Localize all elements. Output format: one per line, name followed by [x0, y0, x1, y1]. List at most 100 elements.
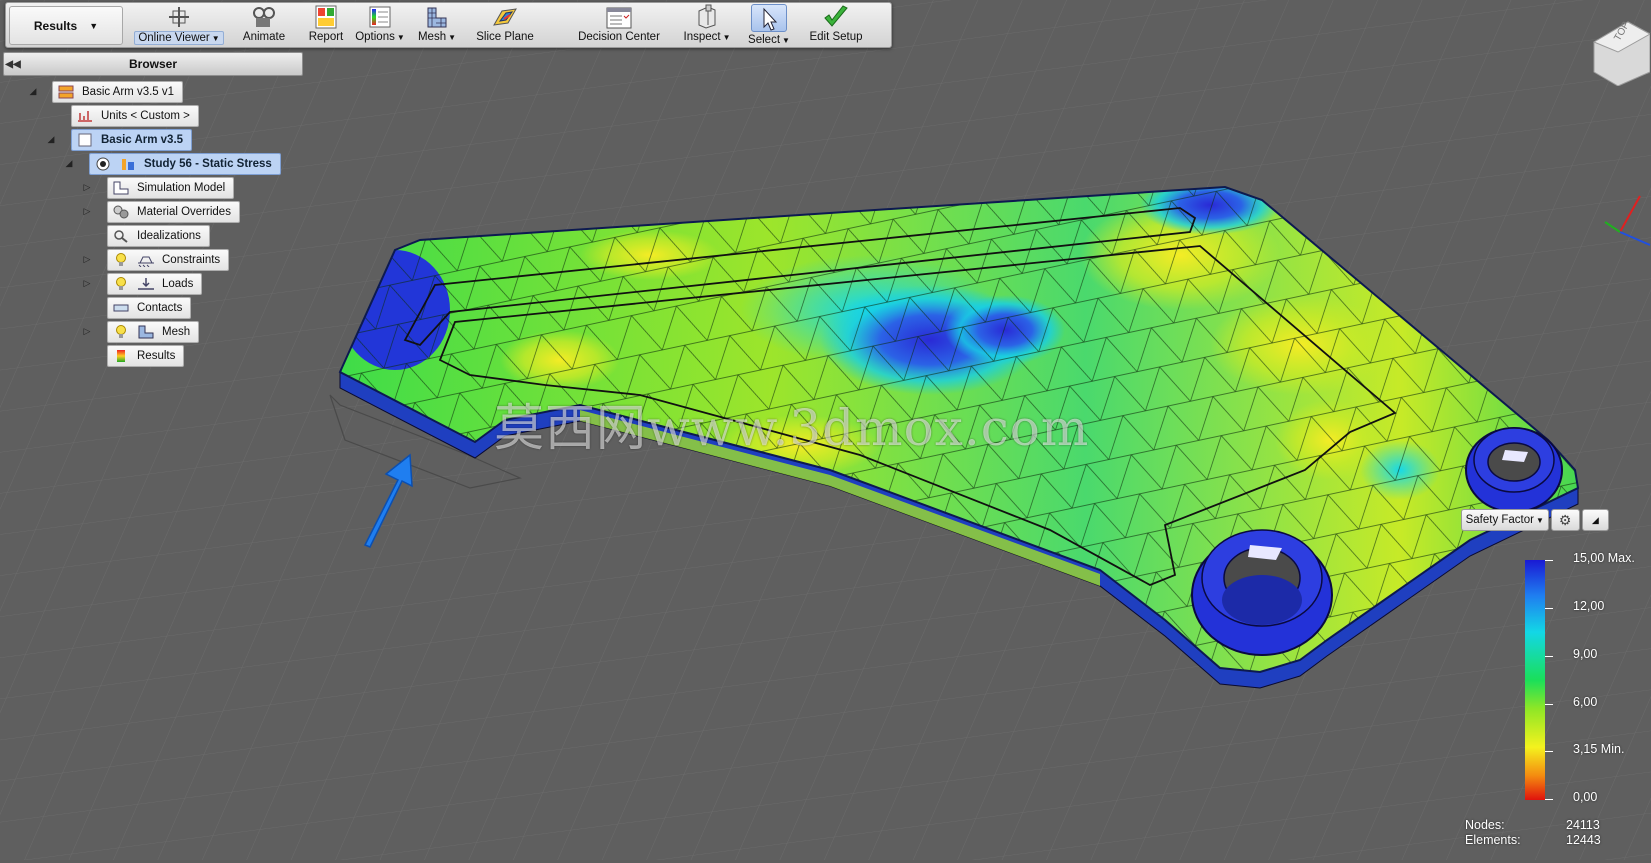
legend-tick	[1545, 608, 1553, 609]
elements-value: 12443	[1566, 833, 1601, 847]
tree-node-results[interactable]: Results	[107, 345, 185, 367]
slice-plane-button[interactable]: Slice Plane	[466, 3, 544, 47]
checkmark-icon	[823, 3, 849, 29]
watermark: 莫西网www.3dmox.com	[494, 399, 1090, 457]
animate-button[interactable]: Animate	[234, 3, 294, 47]
expand-toggle-icon[interactable]: ▷	[81, 182, 93, 193]
legend-collapse-button[interactable]: ◢	[1581, 509, 1609, 531]
tree-node-label: Contacts	[137, 302, 183, 314]
decision-center-icon	[606, 3, 632, 29]
result-type-dropdown[interactable]: Safety Factor ▼	[1461, 509, 1549, 531]
expand-toggle-icon[interactable]: ◢	[27, 86, 39, 97]
inspect-button[interactable]: Inspect ▼	[674, 3, 740, 47]
tree-node-study[interactable]: Study 56 - Static Stress	[89, 153, 281, 175]
report-label: Report	[308, 31, 344, 43]
decision-center-label: Decision Center	[578, 31, 660, 43]
online-viewer-label: Online Viewer	[138, 32, 210, 44]
options-button[interactable]: Options ▼	[349, 3, 411, 47]
select-button[interactable]: Select ▼	[739, 3, 799, 47]
slice-plane-icon	[492, 3, 518, 29]
legend-zero-label: 0,00	[1573, 790, 1598, 804]
workspace-dropdown[interactable]: Results ▼	[9, 6, 123, 45]
tree-node-label: Loads	[162, 278, 194, 290]
mesh-icon	[137, 325, 155, 339]
tree-node-label: Mesh	[162, 326, 191, 338]
part-icon	[76, 133, 94, 147]
elements-label: Elements:	[1465, 833, 1521, 847]
tree-node-loads[interactable]: Loads	[107, 273, 203, 295]
options-icon	[369, 3, 391, 29]
results-icon	[112, 349, 130, 363]
expand-toggle-icon[interactable]: ▷	[81, 206, 93, 217]
chevron-down-icon: ▼	[448, 33, 457, 42]
online-viewer-icon	[167, 3, 191, 29]
study-icon	[119, 157, 137, 171]
options-label: Options	[355, 31, 395, 43]
slice-plane-label: Slice Plane	[476, 31, 534, 43]
tree-node-label: Basic Arm v3.5 v1	[82, 86, 175, 98]
tree-node-label: Idealizations	[137, 230, 201, 242]
legend-settings-button[interactable]: ⚙	[1550, 509, 1580, 531]
chevron-down-icon: ▼	[211, 34, 220, 43]
tree-node-assembly[interactable]: Basic Arm v3.5 v1	[52, 81, 184, 103]
nodes-label: Nodes:	[1465, 818, 1505, 832]
tree-node-label: Study 56 - Static Stress	[144, 158, 272, 170]
tree-node-mesh[interactable]: Mesh	[107, 321, 200, 343]
select-label: Select	[748, 34, 781, 46]
collapse-browser-icon[interactable]: ◀◀	[4, 59, 22, 70]
view-cube[interactable]: TOP	[1588, 12, 1651, 87]
mesh-button[interactable]: Mesh ▼	[411, 3, 463, 47]
material-icon	[112, 205, 130, 219]
tree-node-label: Units < Custom >	[101, 110, 190, 122]
gear-icon: ⚙	[1558, 511, 1572, 528]
chevron-down-icon: ▼	[1535, 515, 1544, 525]
legend-tick	[1545, 799, 1553, 800]
tree-node-label: Simulation Model	[137, 182, 226, 194]
tree-node-contacts[interactable]: Contacts	[107, 297, 192, 319]
expand-toggle-icon[interactable]: ▷	[81, 326, 93, 337]
expand-toggle-icon[interactable]: ◢	[45, 134, 57, 145]
result-type-label: Safety Factor	[1465, 514, 1534, 526]
decision-center-button[interactable]: Decision Center	[569, 3, 669, 47]
chevron-down-icon: ▼	[396, 33, 405, 42]
tree-node-label: Material Overrides	[137, 206, 231, 218]
collapse-icon: ◢	[1591, 514, 1599, 525]
legend-tick-label: 6,00	[1573, 695, 1598, 709]
assembly-icon	[57, 85, 75, 99]
browser-title: Browser	[128, 57, 178, 71]
chevron-down-icon: ▼	[722, 33, 731, 42]
lightbulb-icon	[112, 277, 130, 291]
report-button[interactable]: Report	[296, 3, 356, 47]
tree-node-simulation-model[interactable]: Simulation Model	[107, 177, 235, 199]
tree-node-idealizations[interactable]: Idealizations	[107, 225, 210, 247]
idealizations-icon	[112, 229, 130, 243]
expand-toggle-icon[interactable]: ▷	[81, 254, 93, 265]
online-viewer-button[interactable]: Online Viewer ▼	[133, 3, 225, 47]
tree-node-constraints[interactable]: Constraints	[107, 249, 230, 271]
tree-node-material-overrides[interactable]: Material Overrides	[107, 201, 240, 223]
expand-toggle-icon[interactable]: ◢	[63, 158, 75, 169]
inspect-label: Inspect	[683, 31, 721, 43]
legend-tick-label: 12,00	[1573, 599, 1605, 613]
active-radio-icon	[94, 157, 112, 171]
legend-max-label: 15,00 Max.	[1573, 551, 1635, 565]
legend-tick	[1545, 656, 1553, 657]
tree-node-units[interactable]: Units < Custom >	[71, 105, 199, 127]
contacts-icon	[112, 301, 130, 315]
animate-label: Animate	[242, 31, 286, 43]
constraint-icon	[137, 253, 155, 267]
edit-setup-button[interactable]: Edit Setup	[806, 3, 866, 47]
chevron-down-icon: ▼	[89, 20, 99, 31]
edit-setup-label: Edit Setup	[809, 31, 863, 43]
animate-icon	[251, 3, 277, 29]
workspace-label: Results	[33, 18, 78, 33]
select-cursor-icon	[751, 4, 787, 32]
tree-node-label: Results	[137, 350, 176, 362]
legend-min-label: 3,15 Min.	[1573, 742, 1625, 756]
load-icon	[137, 277, 155, 291]
units-icon	[76, 109, 94, 123]
tree-node-part[interactable]: Basic Arm v3.5	[71, 129, 193, 151]
expand-toggle-icon[interactable]: ▷	[81, 278, 93, 289]
legend-tick-label: 9,00	[1573, 647, 1598, 661]
tree-node-label: Basic Arm v3.5	[101, 134, 184, 146]
